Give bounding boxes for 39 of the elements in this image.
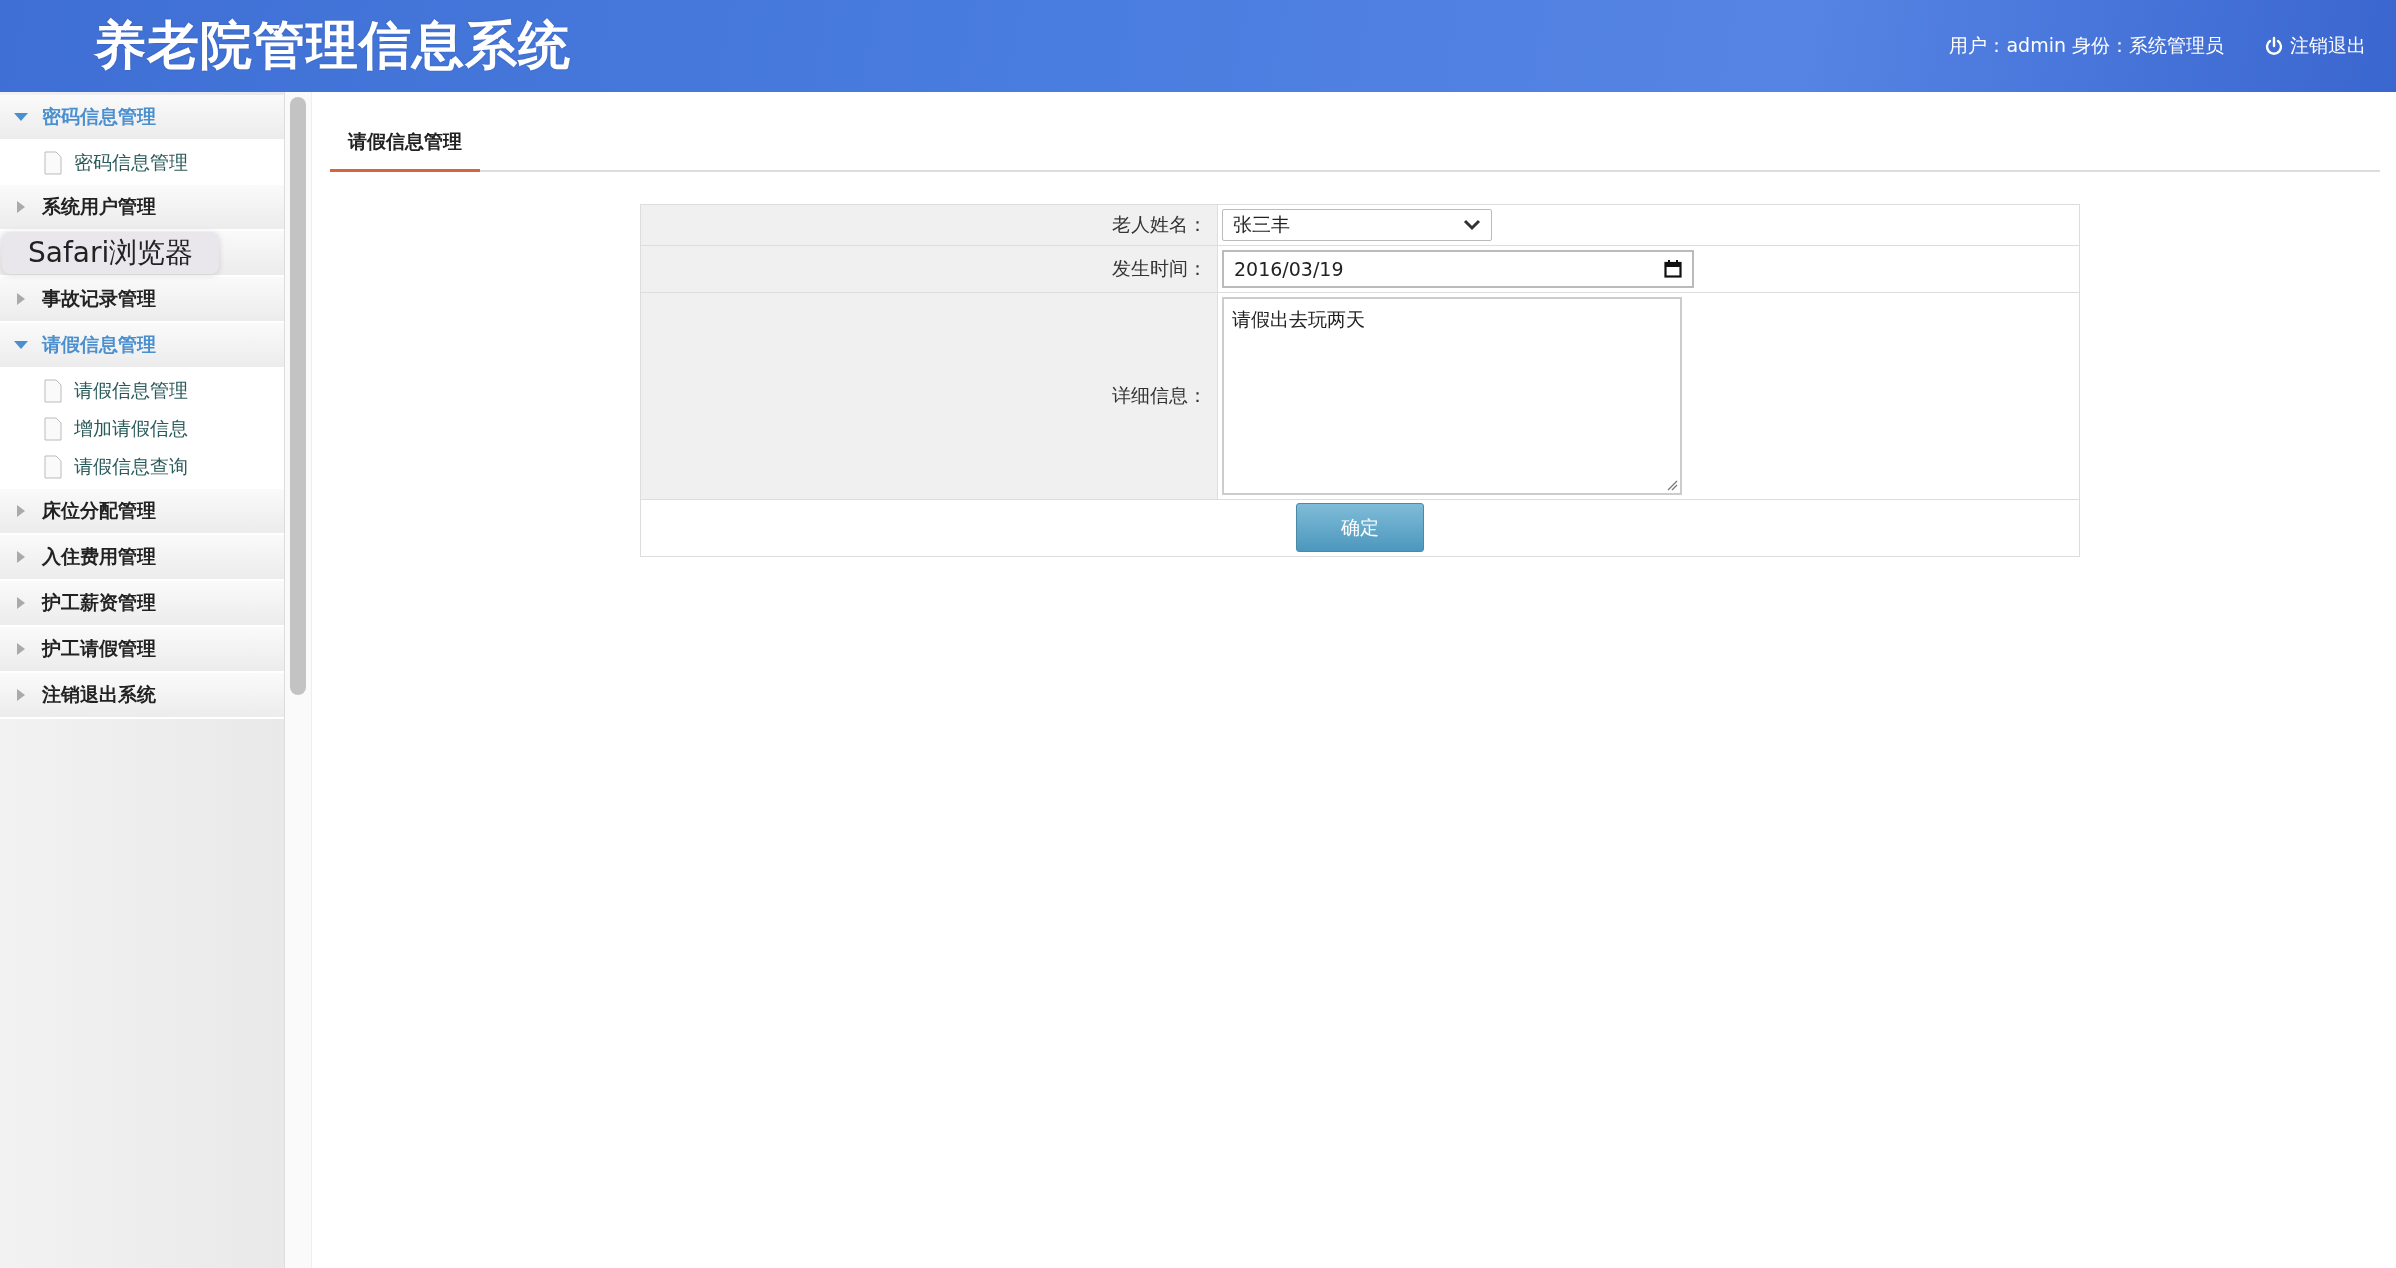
menu-group[interactable]: 床位分配管理 (0, 489, 284, 535)
caret-right-icon (17, 689, 25, 701)
power-icon (2264, 36, 2284, 56)
resize-handle-icon (1666, 479, 1678, 491)
caret-right-icon (17, 201, 25, 213)
chevron-down-icon (1463, 219, 1481, 231)
menu-group[interactable]: 护工请假管理 (0, 627, 284, 673)
menu-item[interactable]: 增加请假信息 (0, 410, 284, 448)
caret-right-icon (17, 551, 25, 563)
tooltip: Safari浏览器 (2, 232, 220, 274)
user-info: 用户：admin 身份：系统管理员 (1949, 33, 2224, 58)
page-icon (44, 455, 62, 479)
menu-group[interactable]: 护工薪资管理 (0, 581, 284, 627)
menu-group[interactable]: 事故记录管理 (0, 277, 284, 323)
page-icon (44, 379, 62, 403)
scrollbar-thumb[interactable] (290, 97, 306, 695)
date-field[interactable]: 2016/03/19 (1222, 250, 1694, 288)
caret-down-icon (14, 341, 28, 349)
menu-group[interactable]: 入住费用管理 (0, 535, 284, 581)
menu-item[interactable]: 请假信息管理 (0, 372, 284, 410)
page-icon (44, 151, 62, 175)
caret-right-icon (17, 597, 25, 609)
logout-link[interactable]: 注销退出 (2264, 33, 2366, 59)
system-title: 养老院管理信息系统 (94, 14, 571, 77)
menu-item[interactable]: 请假信息查询 (0, 448, 284, 486)
menu-group[interactable]: 系统用户管理 (0, 185, 284, 231)
calendar-icon (1664, 260, 1682, 278)
page-icon (44, 417, 62, 441)
field-label: 发生时间： (1112, 256, 1207, 281)
field-label: 详细信息： (1112, 383, 1207, 408)
name-select[interactable]: 张三丰 (1222, 209, 1492, 241)
details-textarea[interactable]: 请假出去玩两天 (1222, 297, 1682, 495)
caret-down-icon (14, 113, 28, 121)
caret-right-icon (17, 293, 25, 305)
caret-right-icon (17, 643, 25, 655)
tab[interactable]: 请假信息管理 (330, 129, 480, 172)
field-label: 老人姓名： (1112, 212, 1207, 237)
caret-right-icon (17, 505, 25, 517)
menu-group[interactable]: 注销退出系统 (0, 673, 284, 719)
